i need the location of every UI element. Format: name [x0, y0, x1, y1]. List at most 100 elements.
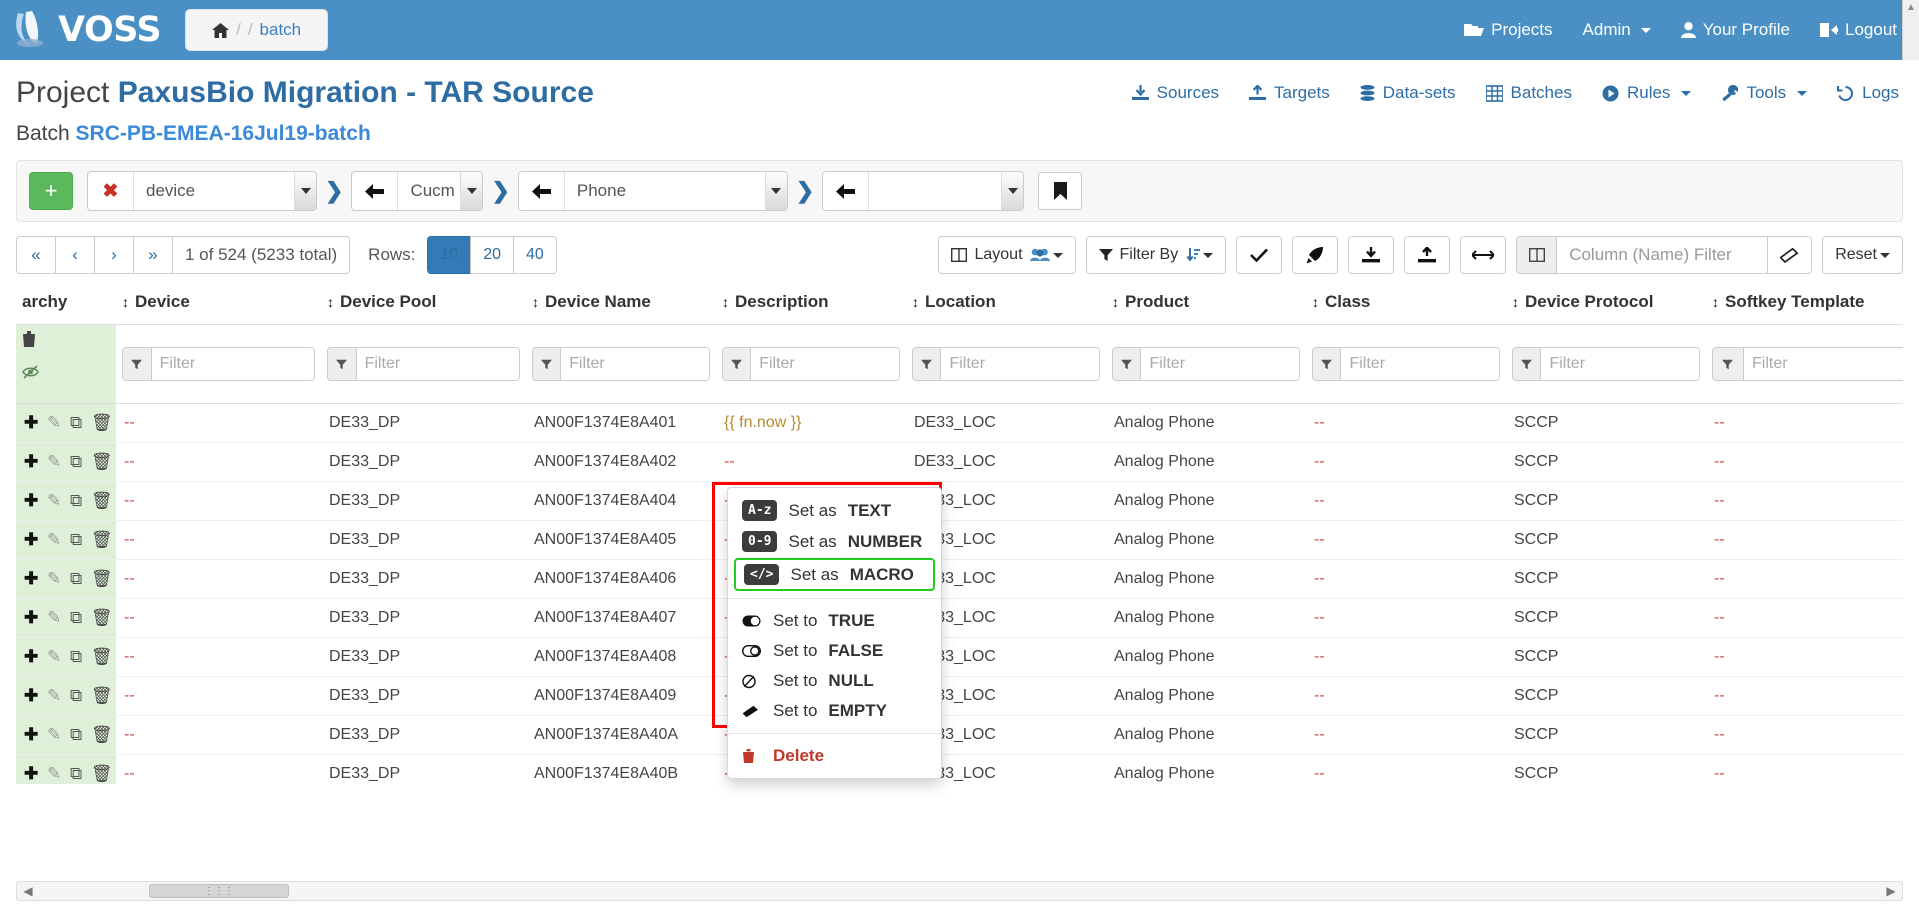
- row-edit-icon[interactable]: ✎: [47, 491, 61, 510]
- selector-phone[interactable]: Phone: [517, 171, 788, 211]
- nav-logs[interactable]: Logs: [1837, 83, 1899, 103]
- filter-icon[interactable]: [123, 348, 152, 380]
- cell-device-pool[interactable]: DE33_DP: [321, 676, 526, 716]
- page-scrollbar-up[interactable]: ▲: [1902, 0, 1919, 60]
- row-copy-icon[interactable]: ⧉: [70, 569, 82, 588]
- row-delete-icon[interactable]: 🗑: [91, 686, 113, 705]
- row-copy-icon[interactable]: ⧉: [70, 686, 82, 705]
- nav-tools[interactable]: Tools: [1721, 83, 1808, 103]
- nav-logout[interactable]: Logout: [1820, 20, 1897, 40]
- rows-option-20[interactable]: 20: [470, 236, 514, 274]
- row-add-icon[interactable]: ✚: [24, 647, 38, 666]
- cell-device-name[interactable]: AN00F1374E8A407: [526, 598, 716, 638]
- selector-phone-dropdown[interactable]: [764, 172, 787, 210]
- col-header-description[interactable]: ↕ Description: [716, 284, 906, 325]
- filter-icon[interactable]: [1113, 348, 1142, 380]
- col-header-device-pool[interactable]: ↕ Device Pool: [321, 284, 526, 325]
- back-arrow-icon-2[interactable]: [519, 172, 565, 210]
- filter-input-device-name[interactable]: [561, 348, 709, 380]
- pager-last-button[interactable]: »: [133, 236, 173, 274]
- menu-item-set-to-empty[interactable]: Set to EMPTY: [728, 696, 941, 726]
- filter-input-product[interactable]: [1141, 348, 1299, 380]
- cell-device-name[interactable]: AN00F1374E8A402: [526, 442, 716, 482]
- cell-product[interactable]: Analog Phone: [1106, 754, 1306, 784]
- row-edit-icon[interactable]: ✎: [47, 530, 61, 549]
- cell-product[interactable]: Analog Phone: [1106, 637, 1306, 677]
- selector-empty-dropdown[interactable]: [1001, 172, 1024, 210]
- column-filter-input[interactable]: [1557, 237, 1768, 273]
- cell-device[interactable]: --: [116, 676, 321, 716]
- cell-class[interactable]: --: [1306, 559, 1506, 599]
- cell-product[interactable]: Analog Phone: [1106, 442, 1306, 482]
- cell-softkey-template[interactable]: --: [1706, 676, 1903, 716]
- cell-description[interactable]: {{ fn.now }}: [716, 403, 906, 443]
- row-copy-icon[interactable]: ⧉: [70, 764, 82, 783]
- row-add-icon[interactable]: ✚: [24, 764, 38, 783]
- row-edit-icon[interactable]: ✎: [47, 608, 61, 627]
- nav-sources[interactable]: Sources: [1131, 83, 1219, 103]
- cell-device-name[interactable]: AN00F1374E8A404: [526, 481, 716, 521]
- row-copy-icon[interactable]: ⧉: [70, 725, 82, 744]
- home-icon[interactable]: [212, 22, 230, 38]
- eraser-icon[interactable]: [1767, 237, 1811, 273]
- cell-device-pool[interactable]: DE33_DP: [321, 754, 526, 784]
- cell-device-name[interactable]: AN00F1374E8A40B: [526, 754, 716, 784]
- apply-check-button[interactable]: [1236, 236, 1283, 274]
- row-add-icon[interactable]: ✚: [24, 413, 38, 432]
- row-add-icon[interactable]: ✚: [24, 530, 38, 549]
- filter-icon[interactable]: [1713, 348, 1744, 380]
- sort-icon[interactable]: ↕: [1112, 294, 1119, 310]
- cell-device[interactable]: --: [116, 442, 321, 482]
- sort-icon[interactable]: ↕: [912, 294, 919, 310]
- row-add-icon[interactable]: ✚: [24, 569, 38, 588]
- row-copy-icon[interactable]: ⧉: [70, 491, 82, 510]
- nav-data-sets[interactable]: Data-sets: [1360, 83, 1456, 103]
- cell-device-pool[interactable]: DE33_DP: [321, 715, 526, 755]
- sort-icon[interactable]: ↕: [1712, 294, 1719, 310]
- table-row[interactable]: ✚ ✎ ⧉ 🗑 -- DE33_DP AN00F1374E8A401 {{ fn…: [16, 403, 1903, 443]
- cell-class[interactable]: --: [1306, 598, 1506, 638]
- row-add-icon[interactable]: ✚: [24, 608, 38, 627]
- row-delete-icon[interactable]: 🗑: [91, 764, 113, 783]
- cell-device-pool[interactable]: DE33_DP: [321, 520, 526, 560]
- cell-device-pool[interactable]: DE33_DP: [321, 559, 526, 599]
- filter-icon[interactable]: [723, 348, 752, 380]
- row-delete-icon[interactable]: 🗑: [91, 725, 113, 744]
- cell-device[interactable]: --: [116, 403, 321, 443]
- menu-item-set-as-macro[interactable]: </> Set as MACRO: [734, 558, 935, 591]
- cell-product[interactable]: Analog Phone: [1106, 715, 1306, 755]
- hide-column-icon[interactable]: [22, 365, 110, 379]
- nav-targets[interactable]: Targets: [1249, 83, 1330, 103]
- filter-input-softkey-template[interactable]: [1743, 348, 1903, 380]
- cell-softkey-template[interactable]: --: [1706, 403, 1903, 443]
- row-add-icon[interactable]: ✚: [24, 725, 38, 744]
- table-row[interactable]: ✚ ✎ ⧉ 🗑 -- DE33_DP AN00F1374E8A40B -- DE…: [16, 754, 1903, 784]
- add-button[interactable]: +: [29, 172, 73, 210]
- cell-class[interactable]: --: [1306, 403, 1506, 443]
- cell-device-protocol[interactable]: SCCP: [1506, 481, 1706, 521]
- cell-device[interactable]: --: [116, 598, 321, 638]
- col-header-location[interactable]: ↕ Location: [906, 284, 1106, 325]
- row-copy-icon[interactable]: ⧉: [70, 452, 82, 471]
- cell-device-pool[interactable]: DE33_DP: [321, 403, 526, 443]
- filter-input-device[interactable]: [151, 348, 314, 380]
- layout-button[interactable]: Layout: [938, 236, 1076, 274]
- autofit-columns-button[interactable]: [1460, 236, 1507, 274]
- menu-item-set-to-false[interactable]: Set to FALSE: [728, 636, 941, 666]
- cell-class[interactable]: --: [1306, 676, 1506, 716]
- filter-icon[interactable]: [913, 348, 942, 380]
- table-row[interactable]: ✚ ✎ ⧉ 🗑 -- DE33_DP AN00F1374E8A408 -- DE…: [16, 637, 1903, 677]
- cell-device-protocol[interactable]: SCCP: [1506, 637, 1706, 677]
- menu-item-set-to-null[interactable]: Set to NULL: [728, 666, 941, 696]
- nav-admin[interactable]: Admin: [1583, 20, 1651, 40]
- pager-prev-button[interactable]: ‹: [55, 236, 95, 274]
- cell-softkey-template[interactable]: --: [1706, 559, 1903, 599]
- col-header-softkey-template[interactable]: ↕ Softkey Template: [1706, 284, 1903, 325]
- col-header-device-name[interactable]: ↕ Device Name: [526, 284, 716, 325]
- table-row[interactable]: ✚ ✎ ⧉ 🗑 -- DE33_DP AN00F1374E8A405 -- DE…: [16, 520, 1903, 560]
- col-header-product[interactable]: ↕ Product: [1106, 284, 1306, 325]
- row-copy-icon[interactable]: ⧉: [70, 413, 82, 432]
- cell-product[interactable]: Analog Phone: [1106, 598, 1306, 638]
- cell-device[interactable]: --: [116, 481, 321, 521]
- cell-device[interactable]: --: [116, 559, 321, 599]
